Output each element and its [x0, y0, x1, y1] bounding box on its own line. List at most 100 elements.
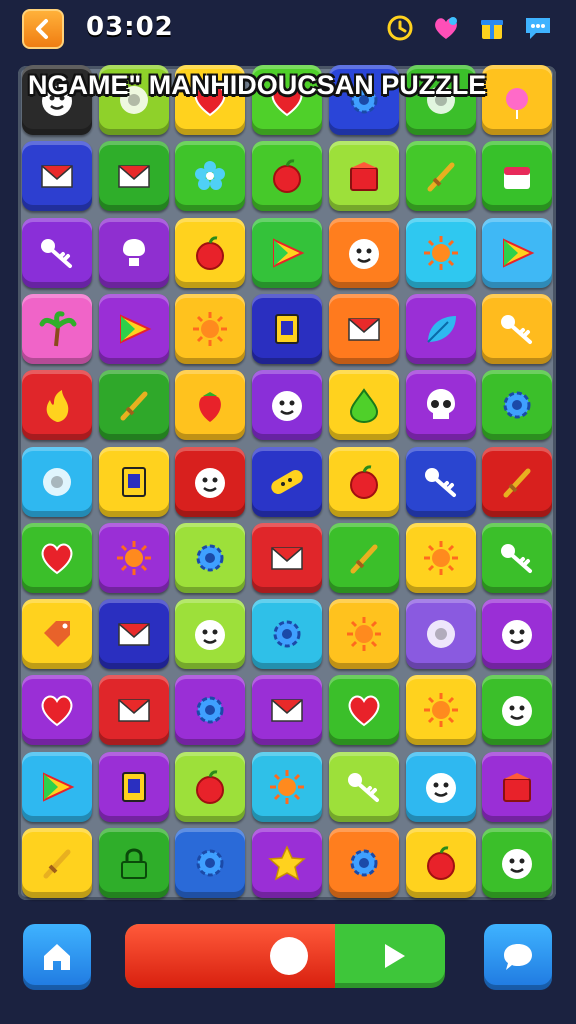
leaf-icon — [426, 315, 456, 343]
tile-face[interactable] — [252, 370, 323, 441]
envelope-icon — [348, 318, 380, 341]
tile-key[interactable] — [482, 293, 553, 364]
tile-key[interactable] — [482, 522, 553, 593]
tile-cake[interactable] — [482, 141, 553, 212]
tile-sword[interactable] — [405, 141, 476, 212]
sun-icon — [116, 540, 151, 575]
tile-sun[interactable] — [405, 675, 476, 746]
tile-triangle[interactable] — [482, 217, 553, 288]
tile-sun[interactable] — [252, 751, 323, 822]
tile-envelope[interactable] — [252, 522, 323, 593]
box-icon — [121, 771, 146, 802]
heart-icon — [348, 695, 380, 727]
tile-face[interactable] — [405, 751, 476, 822]
tile-skull[interactable] — [405, 370, 476, 441]
tile-sun[interactable] — [405, 217, 476, 288]
tile-palm[interactable] — [22, 293, 92, 364]
gear-icon — [196, 544, 224, 572]
tile-envelope[interactable] — [98, 675, 169, 746]
top-icon-group — [384, 12, 554, 44]
tile-heart[interactable] — [22, 675, 92, 746]
tile-heart[interactable] — [328, 675, 399, 746]
progress-knob[interactable] — [270, 937, 309, 975]
tile-star[interactable] — [252, 828, 323, 898]
face-icon — [195, 620, 226, 651]
face-icon — [502, 696, 533, 727]
speech-bubble-icon — [504, 944, 532, 970]
level-progress-bar[interactable] — [125, 924, 445, 988]
tile-strawberry[interactable] — [175, 370, 246, 441]
tile-bulb[interactable] — [98, 217, 169, 288]
tile-envelope[interactable] — [328, 293, 399, 364]
tile-box[interactable] — [98, 446, 169, 517]
play-icon[interactable] — [377, 940, 409, 972]
tile-circle[interactable] — [22, 446, 92, 517]
home-button[interactable] — [23, 924, 91, 990]
envelope-icon — [117, 699, 150, 723]
clock-icon[interactable] — [384, 12, 416, 44]
heart-gem-icon[interactable] — [430, 12, 462, 44]
tile-triangle[interactable] — [98, 293, 169, 364]
tile-sword[interactable] — [22, 828, 92, 898]
tile-sword[interactable] — [328, 522, 399, 593]
tile-sun[interactable] — [175, 293, 246, 364]
tile-flame[interactable] — [22, 370, 92, 441]
tile-bandage[interactable] — [252, 446, 323, 517]
tile-triangle[interactable] — [22, 751, 92, 822]
tile-heart[interactable] — [22, 522, 92, 593]
box-icon — [275, 313, 300, 344]
chat-button[interactable] — [484, 924, 552, 990]
tile-face[interactable] — [482, 675, 553, 746]
gift-icon — [349, 162, 378, 192]
tile-gear[interactable] — [482, 370, 553, 441]
tile-face[interactable] — [175, 446, 246, 517]
tile-face[interactable] — [175, 599, 246, 670]
tile-drop[interactable] — [328, 370, 399, 441]
tile-envelope[interactable] — [98, 599, 169, 670]
tile-gear[interactable] — [252, 599, 323, 670]
tile-sword[interactable] — [482, 446, 553, 517]
tile-flower[interactable] — [175, 141, 246, 212]
tile-gear[interactable] — [175, 522, 246, 593]
tile-gift[interactable] — [482, 751, 553, 822]
tile-circle[interactable] — [405, 599, 476, 670]
sword-icon — [120, 391, 148, 421]
tile-leaf[interactable] — [405, 293, 476, 364]
back-button[interactable] — [22, 9, 64, 49]
triangle-icon — [119, 314, 152, 344]
tile-key[interactable] — [405, 446, 476, 517]
tile-box[interactable] — [98, 751, 169, 822]
tile-apple[interactable] — [175, 217, 246, 288]
tile-sun[interactable] — [98, 522, 169, 593]
tile-gear[interactable] — [175, 675, 246, 746]
tile-sun[interactable] — [405, 522, 476, 593]
tile-box[interactable] — [252, 293, 323, 364]
tile-apple[interactable] — [328, 446, 399, 517]
tile-gear[interactable] — [175, 828, 246, 898]
tile-gear[interactable] — [328, 828, 399, 898]
tile-apple[interactable] — [405, 828, 476, 898]
tile-key[interactable] — [22, 217, 92, 288]
drop-icon — [349, 388, 378, 424]
key-icon — [501, 543, 533, 573]
tile-envelope[interactable] — [252, 675, 323, 746]
tile-gift[interactable] — [328, 141, 399, 212]
tile-face[interactable] — [482, 599, 553, 670]
tile-key[interactable] — [328, 751, 399, 822]
tile-apple[interactable] — [175, 751, 246, 822]
sword-icon — [503, 468, 531, 497]
tile-sun[interactable] — [328, 599, 399, 670]
tile-apple[interactable] — [252, 141, 323, 212]
tile-face[interactable] — [328, 217, 399, 288]
gift-icon[interactable] — [476, 12, 508, 44]
chat-bubble-icon[interactable] — [522, 12, 554, 44]
tile-lock[interactable] — [98, 828, 169, 898]
tile-sword[interactable] — [98, 370, 169, 441]
bulb-icon — [122, 238, 145, 266]
tile-tag[interactable] — [22, 599, 92, 670]
tile-triangle[interactable] — [252, 217, 323, 288]
tile-envelope[interactable] — [22, 141, 92, 212]
face-icon — [425, 772, 456, 803]
tile-face[interactable] — [482, 828, 553, 898]
tile-envelope[interactable] — [98, 141, 169, 212]
